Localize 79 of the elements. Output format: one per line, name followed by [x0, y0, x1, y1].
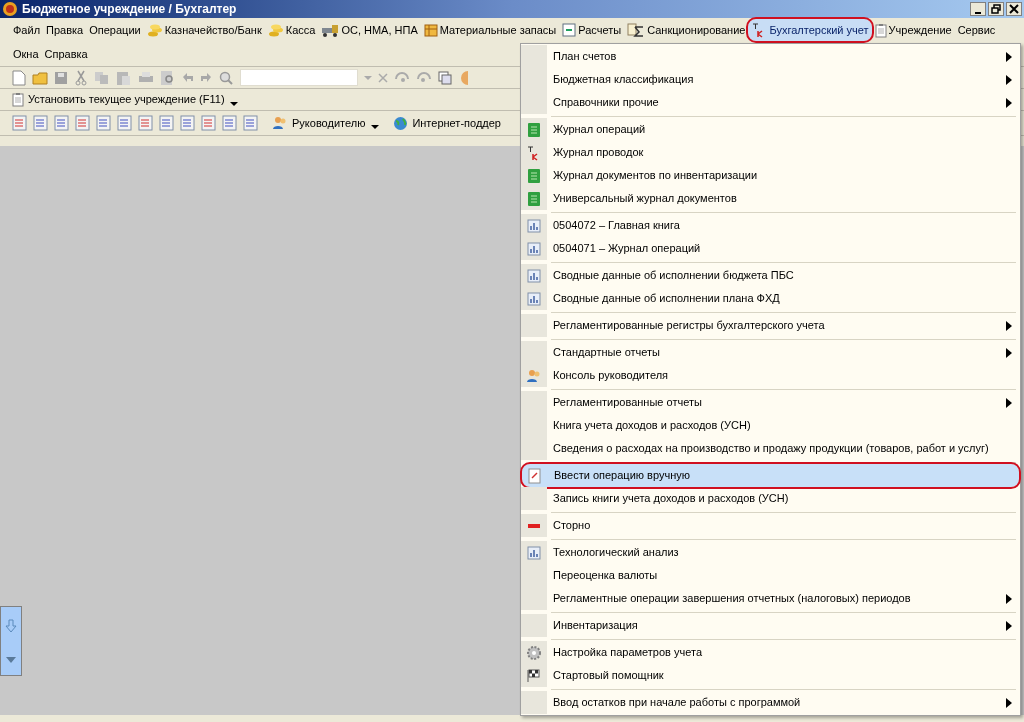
menu-bar-item[interactable]: Справка — [41, 43, 91, 65]
manager-button[interactable]: Руководителю — [272, 114, 366, 132]
clear-icon[interactable] — [378, 72, 388, 83]
set-institution-button[interactable]: Установить текущее учреждение (F11) — [12, 91, 225, 108]
box-icon — [423, 23, 438, 37]
caret-icon[interactable] — [5, 655, 17, 664]
restore-icon — [991, 4, 1001, 14]
menu-item[interactable]: Запись книги учета доходов и расходов (УСН) — [521, 487, 1020, 510]
menu-bar-item[interactable]: Казначейство/Банк — [143, 19, 265, 41]
table-report-icon[interactable] — [222, 115, 238, 131]
menu-bar-item[interactable]: Санкционирование — [624, 19, 749, 41]
internet-support-button[interactable]: Интернет-поддер — [393, 114, 501, 132]
find-previous-icon[interactable] — [394, 70, 410, 85]
down-arrow-icon[interactable] — [5, 618, 17, 633]
undo-icon[interactable] — [182, 71, 194, 84]
people-icon — [272, 115, 288, 131]
sum-report-icon[interactable] — [12, 115, 28, 131]
menu-bar-item[interactable]: Окна — [10, 43, 42, 65]
arrow-report-icon[interactable] — [159, 115, 175, 131]
people-icon — [526, 367, 542, 384]
minus-icon — [527, 522, 541, 529]
report-icon — [527, 268, 541, 283]
windows-icon[interactable] — [438, 70, 452, 85]
people-report-icon[interactable] — [75, 115, 91, 131]
close-button[interactable] — [1006, 2, 1022, 16]
coins-icon — [267, 23, 284, 37]
list-report-icon[interactable] — [138, 115, 154, 131]
search-field[interactable] — [240, 69, 358, 86]
report-icon — [527, 291, 541, 306]
side-panel-tab[interactable] — [0, 606, 22, 676]
truck-icon — [321, 23, 340, 37]
document-icon — [562, 23, 577, 37]
sum-table-icon[interactable] — [201, 115, 217, 131]
journal-icon — [527, 121, 541, 138]
find-next-icon[interactable] — [416, 70, 432, 85]
clipboard-icon — [12, 92, 24, 107]
dropdown-arrow-icon[interactable] — [370, 122, 381, 132]
coins-icon — [146, 23, 163, 37]
menu-bar-item[interactable]: Бухгалтерский учет — [748, 19, 872, 41]
arrow-list-icon[interactable] — [180, 115, 196, 131]
cut-icon[interactable] — [74, 69, 88, 86]
sigma-document-icon — [627, 23, 646, 37]
grid-report-icon[interactable] — [243, 115, 259, 131]
menu-bar-item[interactable]: Файл — [10, 19, 44, 41]
window-title: Бюджетное учреждение / Бухгалтер — [22, 1, 237, 18]
menu-bar-item[interactable]: Материальные запасы — [420, 19, 560, 41]
print-preview-icon[interactable] — [160, 69, 176, 86]
report-icon — [527, 241, 541, 256]
print-icon[interactable] — [138, 70, 154, 85]
menu-bar-item[interactable]: Касса — [264, 19, 319, 41]
restore-button[interactable] — [988, 2, 1004, 16]
menu-bar-item[interactable]: ОС, НМА, НПА — [318, 19, 421, 41]
menu-bar-item[interactable]: Правка — [43, 19, 87, 41]
search-icon[interactable] — [218, 69, 234, 86]
save-icon[interactable] — [54, 70, 68, 85]
journal-icon — [527, 167, 541, 184]
menu-bar-item[interactable]: Расчеты — [559, 19, 625, 41]
close-icon — [1009, 4, 1019, 14]
copy-icon[interactable] — [94, 70, 110, 85]
menu-bar-item[interactable]: Учреждение — [871, 19, 955, 41]
people-list-icon[interactable] — [96, 115, 112, 131]
report-icon — [527, 545, 541, 560]
gear-icon — [526, 644, 542, 661]
document-edit-icon — [528, 467, 542, 484]
clipboard-icon — [874, 22, 887, 38]
report-icon — [527, 218, 541, 233]
report-text-icon[interactable] — [33, 115, 49, 131]
open-folder-icon[interactable] — [32, 70, 48, 85]
text-report-icon[interactable] — [117, 115, 133, 131]
journal-icon — [527, 190, 541, 207]
minimize-button[interactable] — [970, 2, 986, 16]
menu-item[interactable]: Ввести операцию вручную — [522, 464, 1019, 487]
menu-bar-item[interactable]: Сервис — [954, 19, 999, 41]
redo-icon[interactable] — [200, 71, 212, 84]
paste-icon[interactable] — [116, 69, 132, 86]
new-document-icon[interactable] — [12, 69, 26, 86]
app-logo-icon — [2, 1, 18, 17]
checkered-flag-icon — [526, 668, 542, 683]
menu-bar-item[interactable]: Операции — [86, 19, 144, 41]
